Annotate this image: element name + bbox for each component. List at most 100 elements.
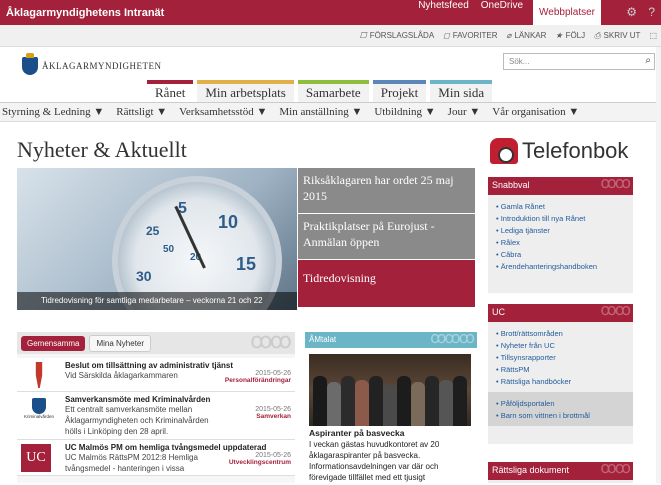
quick-link[interactable]: • Ärendehanteringshandboken: [496, 261, 628, 273]
nav-verksamhetsstod[interactable]: Verksamhetsstöd ▼: [173, 106, 273, 118]
amtalat-text: Aspiranter på basvecka I veckan gästas h…: [305, 426, 477, 485]
tab-projekt[interactable]: Projekt: [372, 80, 427, 102]
news-summary: UC Malmös RättsPM 2012:8 Hemliga tvångsm…: [65, 453, 198, 473]
quick-link[interactable]: • Introduktion till nya Rånet: [496, 213, 628, 225]
tab-ranet[interactable]: Rånet: [147, 80, 194, 102]
inbox-icon: ☐: [359, 31, 367, 40]
quick-link[interactable]: • Gamla Rånet: [496, 201, 628, 213]
action-bar: ☐ FÖRSLAGSLÅDA ◻ FAVORITER ⌀ LÄNKAR ★ FÖLJ ⎙…: [0, 25, 661, 47]
uc-link[interactable]: • Nyheter från UC: [496, 340, 628, 352]
newsfeed-link[interactable]: Nyhetsfeed: [416, 0, 471, 25]
amtalat-panel: ÅMtalat ꝏꝏꝏ Aspiranter på basvecka I vec…: [305, 332, 477, 483]
site-header: ÅKLAGARMYNDIGHETEN Sök... ⌕ Rånet Min ar…: [0, 47, 661, 102]
news-category[interactable]: Utvecklingscentrum: [229, 459, 291, 466]
news-title[interactable]: Samverkansmöte med Kriminalvården: [65, 395, 291, 404]
amtalat-headline[interactable]: Aspiranter på basvecka: [309, 428, 473, 439]
hero-item[interactable]: Praktikplatser på Eurojust - Anmälan öpp…: [298, 214, 475, 260]
uc-link[interactable]: • Påföljdsportalen: [496, 398, 628, 410]
tab-gemensamma[interactable]: Gemensamma: [21, 335, 86, 351]
amtalat-body: I veckan gästas huvudkontoret av 20 åkla…: [309, 440, 440, 482]
amtalat-header: ÅMtalat ꝏꝏꝏ: [305, 332, 477, 348]
site-title[interactable]: Åklagarmyndighetens Intranät: [0, 7, 416, 19]
hero-carousel: 5 10 15 25 50 30 20 Tidredovisning för s…: [17, 168, 475, 310]
star-icon: ★: [555, 31, 563, 40]
uc-link[interactable]: • Brott/rättsområden: [496, 328, 628, 340]
quick-link[interactable]: • Lediga tjänster: [496, 225, 628, 237]
hero-item-selected[interactable]: Tidredovisning: [298, 260, 475, 308]
follow-button[interactable]: ★ FÖLJ: [555, 31, 585, 40]
suite-links: Nyhetsfeed OneDrive Webbplatser: [416, 0, 601, 25]
nav-utbildning[interactable]: Utbildning ▼: [368, 106, 441, 118]
onedrive-link[interactable]: OneDrive: [479, 0, 525, 25]
hero-list: Riksåklagaren har ordet 25 maj 2015 Prak…: [298, 168, 475, 310]
news-summary: Vid Särskilda åklagarkammaren: [65, 371, 178, 380]
nav-var-organisation[interactable]: Vår organisation ▼: [486, 106, 585, 118]
news-summary: Ett centralt samverkansmöte mellan Åklag…: [65, 405, 209, 436]
telefonbok-link[interactable]: Telefonbok: [490, 138, 628, 164]
nav-jour[interactable]: Jour ▼: [442, 106, 487, 118]
ornament-icon: ꝏꝏ: [600, 177, 631, 192]
kriminalvarden-logo: Kriminalvården: [21, 396, 57, 426]
rattsliga-title: Rättsliga dokument: [492, 465, 570, 475]
ornament-icon: ꝏꝏ: [250, 332, 292, 353]
hero-image[interactable]: 5 10 15 25 50 30 20 Tidredovisning för s…: [17, 168, 297, 310]
snabbval-header: Snabbval ꝏꝏ: [488, 177, 633, 195]
favorites-button[interactable]: ◻ FAVORITER: [443, 31, 497, 40]
news-category[interactable]: Personalförändringar: [225, 377, 291, 384]
search-input[interactable]: Sök... ⌕: [503, 53, 655, 70]
amtalat-title: ÅMtalat: [309, 335, 337, 344]
quick-link[interactable]: • Rålex: [496, 237, 628, 249]
news-category[interactable]: Samverkan: [255, 413, 291, 420]
ornament-icon: ꝏꝏꝏ: [430, 332, 475, 347]
rattsliga-header: Rättsliga dokument ꝏꝏ: [488, 462, 633, 480]
search-icon[interactable]: ⌕: [645, 55, 651, 66]
crest-icon: [22, 53, 38, 75]
link-icon: ⌀: [506, 31, 512, 40]
nav-styrning[interactable]: Styrning & Ledning ▼: [0, 106, 110, 118]
uc-link[interactable]: • Rättsliga handböcker: [496, 376, 628, 388]
scrollbar[interactable]: [656, 47, 661, 483]
hero-caption[interactable]: Tidredovisning för samtliga medarbetare …: [17, 292, 297, 310]
focus-icon[interactable]: ⬚: [649, 31, 657, 40]
uc-logo: UC: [21, 444, 51, 472]
news-item[interactable]: Kriminalvården Samverkansmöte med Krimin…: [17, 392, 295, 440]
suite-bar: Åklagarmyndighetens Intranät Nyhetsfeed …: [0, 0, 661, 25]
crest-icon: [32, 398, 46, 414]
uc-link[interactable]: • Barn som vittnen i brottmål: [496, 410, 628, 422]
help-icon[interactable]: ?: [648, 5, 655, 19]
uc-title: UC: [492, 307, 505, 317]
print-button[interactable]: ⎙ SKRIV UT: [594, 31, 640, 41]
snabbval-title: Snabbval: [492, 180, 530, 190]
logo-text: ÅKLAGARMYNDIGHETEN: [42, 61, 162, 71]
uc-link[interactable]: • Tillsynsrapporter: [496, 352, 628, 364]
hero-item[interactable]: Riksåklagaren har ordet 25 maj 2015: [298, 168, 475, 214]
links-button[interactable]: ⌀ LÄNKAR: [507, 31, 547, 40]
sites-link[interactable]: Webbplatser: [533, 0, 601, 25]
logo[interactable]: ÅKLAGARMYNDIGHETEN: [22, 53, 162, 75]
group-photo[interactable]: [309, 354, 471, 426]
quick-link[interactable]: • Câbra: [496, 249, 628, 261]
tab-min-sida[interactable]: Min sida: [430, 80, 493, 102]
news-item[interactable]: UC UC Malmös PM om hemliga tvångsmedel u…: [17, 440, 295, 476]
tab-samarbete[interactable]: Samarbete: [297, 80, 369, 102]
news-meta: 2015-05-26 Personalförändringar: [224, 370, 291, 384]
news-meta: 2015-05-26 Samverkan: [255, 406, 291, 420]
ornament-icon: ꝏꝏ: [600, 304, 631, 319]
phone-icon: [490, 138, 518, 164]
nav-min-anstallning[interactable]: Min anställning ▼: [273, 106, 368, 118]
thumb-label: Kriminalvården: [23, 414, 54, 419]
tab-mina-nyheter[interactable]: Mina Nyheter: [89, 334, 152, 352]
news-panel: Gemensamma Mina Nyheter ꝏꝏ Beslut om til…: [17, 332, 295, 483]
uc-header: UC ꝏꝏ: [488, 304, 633, 322]
news-item[interactable]: Beslut om tillsättning av administrativ …: [17, 358, 295, 392]
nav-rattsligt[interactable]: Rättsligt ▼: [110, 106, 173, 118]
telefonbok-label: Telefonbok: [522, 138, 629, 163]
news-title[interactable]: UC Malmös PM om hemliga tvångsmedel uppd…: [65, 443, 291, 452]
search-placeholder: Sök...: [509, 57, 530, 66]
gear-icon[interactable]: ⚙: [626, 5, 637, 19]
suggestion-box-button[interactable]: ☐ FÖRSLAGSLÅDA: [360, 31, 435, 40]
news-title[interactable]: Beslut om tillsättning av administrativ …: [65, 361, 291, 370]
pin-icon: [35, 362, 43, 388]
tab-min-arbetsplats[interactable]: Min arbetsplats: [197, 80, 294, 102]
uc-link[interactable]: • RättsPM: [496, 364, 628, 376]
